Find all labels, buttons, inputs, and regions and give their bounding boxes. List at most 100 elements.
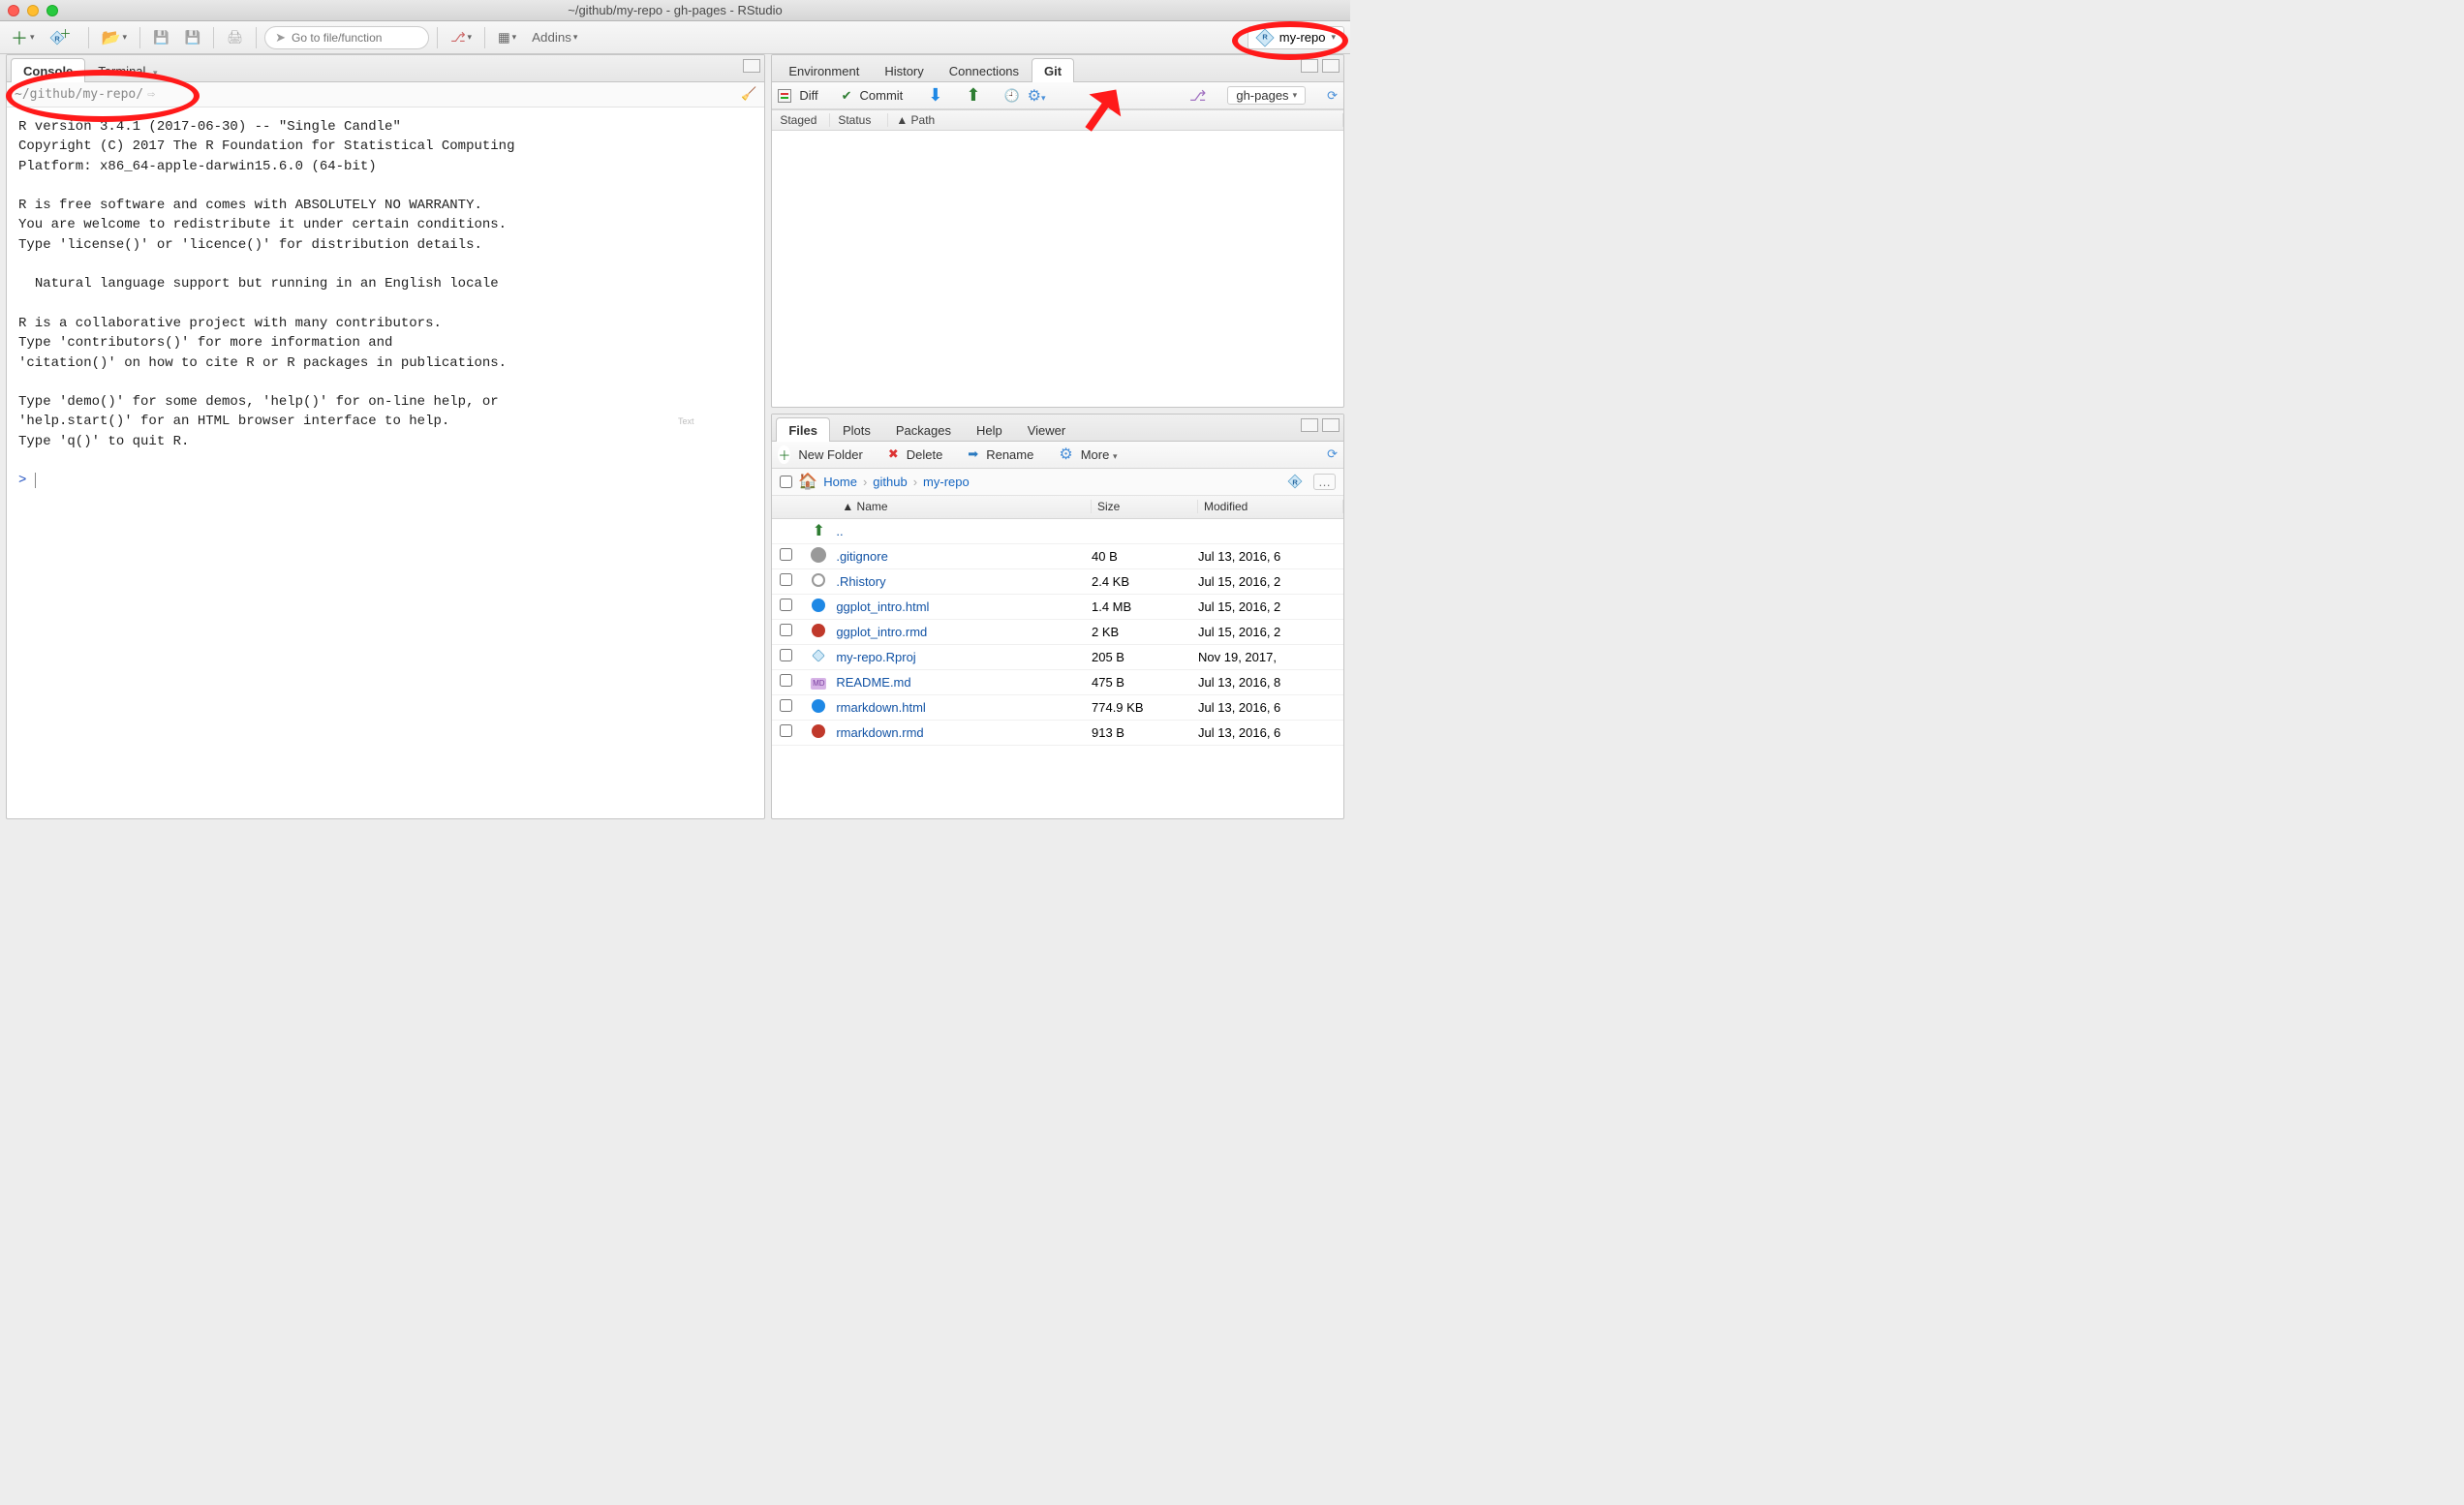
vcs-menu-button[interactable]: ⎇▾ — [446, 26, 477, 49]
col-staged[interactable]: Staged — [772, 113, 830, 127]
rename-button[interactable]: Rename — [986, 447, 1033, 462]
console-output[interactable]: R version 3.4.1 (2017-06-30) -- "Single … — [7, 108, 764, 818]
file-name[interactable]: README.md — [836, 675, 1092, 690]
files-breadcrumb: 🏠 Home › github › my-repo … — [772, 469, 1343, 496]
file-name[interactable]: .Rhistory — [836, 574, 1092, 589]
breadcrumb-myrepo[interactable]: my-repo — [923, 475, 970, 489]
file-row[interactable]: MDREADME.md475 BJul 13, 2016, 8 — [772, 670, 1343, 695]
file-size: 774.9 KB — [1092, 700, 1198, 715]
delete-icon: ✖ — [888, 446, 899, 462]
diff-button[interactable]: Diff — [799, 88, 817, 103]
goto-project-dir-icon[interactable] — [1288, 475, 1303, 489]
more-gear-icon: ⚙ — [1059, 445, 1072, 464]
file-checkbox[interactable] — [780, 674, 792, 687]
tab-viewer[interactable]: Viewer — [1015, 417, 1079, 442]
tab-connections[interactable]: Connections — [937, 58, 1032, 82]
open-file-button[interactable]: 📂▾ — [97, 26, 132, 49]
file-icon — [801, 724, 836, 741]
window-close-button[interactable] — [8, 5, 19, 16]
file-checkbox[interactable] — [780, 599, 792, 611]
files-list: ⬆...gitignore40 BJul 13, 2016, 6.Rhistor… — [772, 519, 1343, 818]
file-row[interactable]: .Rhistory2.4 KBJul 15, 2016, 2 — [772, 569, 1343, 595]
save-icon: 💾 — [153, 30, 169, 46]
pane-minimize-button[interactable] — [1301, 418, 1318, 432]
pane-minimize-button[interactable] — [1301, 59, 1318, 73]
file-checkbox[interactable] — [780, 699, 792, 712]
col-size[interactable]: Size — [1092, 500, 1198, 513]
save-button[interactable]: 💾 — [148, 26, 174, 49]
file-checkbox[interactable] — [780, 548, 792, 561]
col-status[interactable]: Status — [830, 113, 888, 127]
file-name[interactable]: ggplot_intro.html — [836, 599, 1092, 614]
file-name[interactable]: rmarkdown.rmd — [836, 725, 1092, 740]
file-checkbox[interactable] — [780, 649, 792, 661]
window-minimize-button[interactable] — [27, 5, 39, 16]
tab-environment[interactable]: Environment — [776, 58, 872, 82]
print-button[interactable]: 🖨 — [222, 26, 248, 49]
file-row[interactable]: .gitignore40 BJul 13, 2016, 6 — [772, 544, 1343, 569]
addins-button[interactable]: Addins ▾ — [527, 26, 582, 49]
file-row[interactable]: my-repo.Rproj205 BNov 19, 2017, — [772, 645, 1343, 670]
file-name[interactable]: .gitignore — [836, 549, 1092, 564]
grid-button[interactable]: ▦▾ — [493, 26, 521, 49]
goto-file-function[interactable]: ➤ — [264, 26, 429, 49]
more-button[interactable]: More ▾ — [1081, 447, 1118, 462]
project-name: my-repo — [1279, 30, 1326, 45]
pane-popout-button[interactable] — [743, 59, 760, 73]
goto-input[interactable] — [292, 31, 417, 45]
file-name[interactable]: my-repo.Rproj — [836, 650, 1092, 664]
tab-terminal[interactable]: Terminal ▾ — [85, 58, 169, 82]
file-checkbox[interactable] — [780, 724, 792, 737]
clear-console-icon[interactable]: 🧹 — [741, 87, 756, 102]
file-size: 1.4 MB — [1092, 599, 1198, 614]
history-clock-icon[interactable]: 🕘 — [1003, 88, 1019, 104]
file-name[interactable]: rmarkdown.html — [836, 700, 1092, 715]
col-modified[interactable]: Modified — [1198, 500, 1343, 513]
tab-help[interactable]: Help — [964, 417, 1015, 442]
col-path[interactable]: ▲ Path — [888, 113, 1343, 127]
window-zoom-button[interactable] — [46, 5, 58, 16]
col-name[interactable]: ▲ Name — [836, 500, 1092, 513]
file-row[interactable]: rmarkdown.rmd913 BJul 13, 2016, 6 — [772, 721, 1343, 746]
file-checkbox[interactable] — [780, 573, 792, 586]
tab-git[interactable]: Git — [1032, 58, 1074, 82]
breadcrumb-github[interactable]: github — [873, 475, 907, 489]
project-menu[interactable]: my-repo ▾ — [1247, 26, 1344, 49]
file-name[interactable]: .. — [836, 524, 1092, 538]
delete-button[interactable]: Delete — [907, 447, 943, 462]
file-name[interactable]: ggplot_intro.rmd — [836, 625, 1092, 639]
file-row[interactable]: rmarkdown.html774.9 KBJul 13, 2016, 6 — [772, 695, 1343, 721]
pane-maximize-button[interactable] — [1322, 59, 1340, 73]
window-title: ~/github/my-repo - gh-pages - RStudio — [0, 3, 1350, 17]
new-folder-button[interactable]: New Folder — [798, 447, 862, 462]
new-file-button[interactable]: ＋▾ — [6, 26, 40, 49]
file-icon — [801, 699, 836, 716]
file-modified: Nov 19, 2017, — [1198, 650, 1343, 664]
new-branch-icon[interactable]: ⎇ — [1189, 87, 1206, 105]
new-project-button[interactable]: ＋ — [46, 26, 80, 49]
file-row[interactable]: ⬆.. — [772, 519, 1343, 544]
pull-button[interactable]: ⬇ — [928, 85, 942, 106]
git-more-button[interactable]: ⚙▾ — [1028, 86, 1046, 106]
branch-select[interactable]: gh-pages ▾ — [1227, 86, 1306, 105]
tab-packages[interactable]: Packages — [883, 417, 964, 442]
breadcrumb-home[interactable]: Home — [823, 475, 857, 489]
refresh-git-icon[interactable]: ⟳ — [1327, 88, 1338, 104]
tab-history[interactable]: History — [872, 58, 936, 82]
more-path-button[interactable]: … — [1313, 474, 1336, 490]
file-checkbox[interactable] — [780, 624, 792, 636]
file-row[interactable]: ggplot_intro.rmd2 KBJul 15, 2016, 2 — [772, 620, 1343, 645]
home-icon[interactable]: 🏠 — [798, 472, 817, 491]
go-to-dir-icon[interactable]: ⇨ — [147, 87, 155, 102]
files-refresh-icon[interactable]: ⟳ — [1327, 446, 1338, 462]
file-row[interactable]: ggplot_intro.html1.4 MBJul 15, 2016, 2 — [772, 595, 1343, 620]
pane-maximize-button[interactable] — [1322, 418, 1340, 432]
push-button[interactable]: ⬆ — [966, 85, 980, 106]
tab-files[interactable]: Files — [776, 417, 830, 442]
commit-button[interactable]: Commit — [860, 88, 904, 103]
select-all-checkbox[interactable] — [780, 476, 792, 488]
tab-console[interactable]: Console — [11, 58, 85, 82]
file-modified: Jul 13, 2016, 8 — [1198, 675, 1343, 690]
save-all-button[interactable]: 💾 — [180, 26, 206, 49]
tab-plots[interactable]: Plots — [830, 417, 883, 442]
